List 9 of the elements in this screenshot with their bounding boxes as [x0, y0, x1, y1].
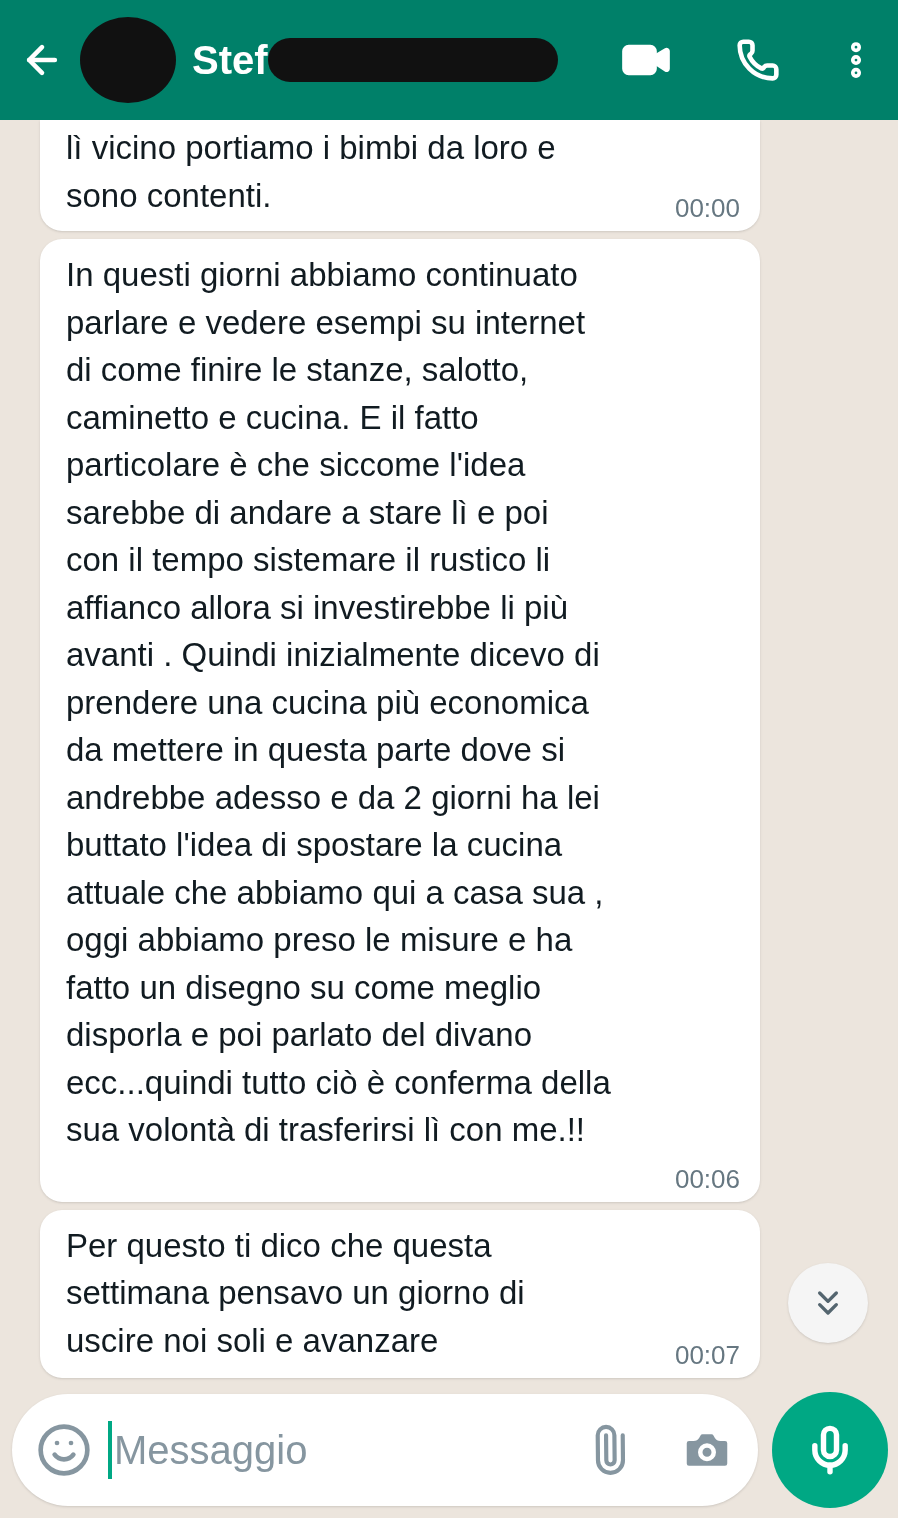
message-time: 00:07	[674, 1340, 740, 1370]
message-input[interactable]: Messaggio	[114, 1420, 568, 1480]
message-text: Per questo ti dico che questa settimana pensavo un giorno di uscire noi soli e avanzare	[66, 1225, 525, 1361]
message-field[interactable]: Messaggio	[12, 1394, 758, 1506]
message-text: lì vicino portiamo i bimbi da loro e sono contenti.	[66, 128, 556, 216]
message-time: 00:00	[674, 193, 740, 223]
contact-name[interactable]: Stef	[192, 30, 268, 90]
message-text: In questi giorni abbiamo continuato parlare e vedere esempi su internet di come finire le stanze, salotto, caminetto e cucina. E il fatto particolare è che siccome l'idea sarebbe di andare a stare lì e poi con il tempo sistemare il rustico li affianco allora si investirebbe li più avanti . Quindi inizialmente dicevo di prendere una cucina più economica da mettere in questa parte dove si andrebbe adesso e da 2 giorni ha lei buttato l'idea di spostare la cucina attuale che abbiamo qui a casa sua , oggi abbiamo preso le misure e ha fatto un disegno su come meglio disporla e poi parlato del divano ecc...quindi tutto ciò è conferma della sua volontà di trasferirsi lì con me.!!	[66, 255, 611, 1150]
message-time: 00:06	[674, 1163, 740, 1194]
